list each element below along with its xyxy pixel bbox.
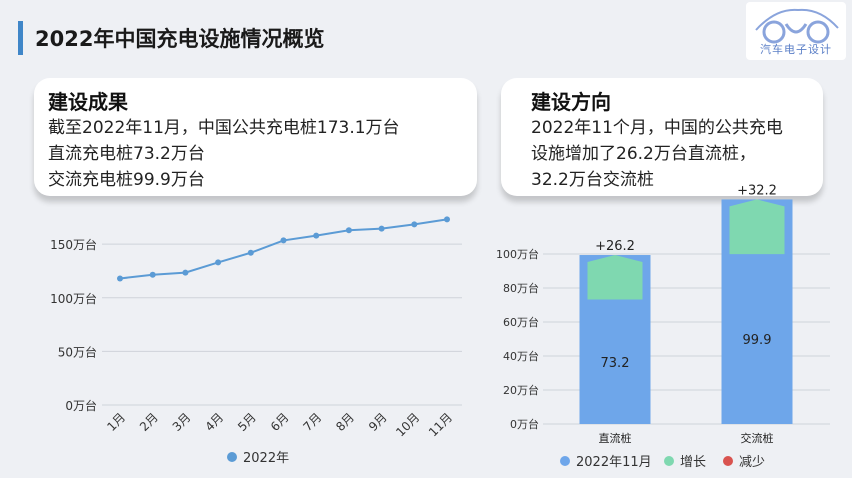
bar-chart-x-tick: 直流桩 [599,431,632,445]
bar-chart-legend-label: 减少 [739,455,765,470]
bar-chart-legend-label: 2022年11月 [576,455,652,470]
bar-chart-growth-segment [587,255,643,300]
bar-chart-y-tick: 60万台 [503,315,539,329]
bar-chart-y-tick: 40万台 [503,349,539,363]
bar-chart-growth-label: +32.2 [737,183,777,198]
bar-chart-value-label: 73.2 [601,356,630,371]
bar-chart-value-label: 99.9 [743,333,772,348]
bar-chart-y-tick: 100万台 [496,247,539,261]
bar-chart-legend-label: 增长 [680,455,706,470]
bar-chart: 0万台 20万台 40万台 60万台 80万台 100万台 73.2 +26.2 直流桩 99.9… [496,183,830,470]
bar-chart-growth-label: +26.2 [595,239,635,254]
bar-chart-growth-segment [729,199,785,255]
bar-chart-legend-marker [664,456,674,466]
bar-chart-y-tick: 20万台 [503,383,539,397]
bar-chart-x-tick: 交流桩 [741,431,774,445]
bar-chart-y-tick: 80万台 [503,281,539,295]
bar-chart-legend-marker [723,456,733,466]
bar-chart-legend-marker [560,456,570,466]
bar-chart-y-tick: 0万台 [510,417,539,431]
